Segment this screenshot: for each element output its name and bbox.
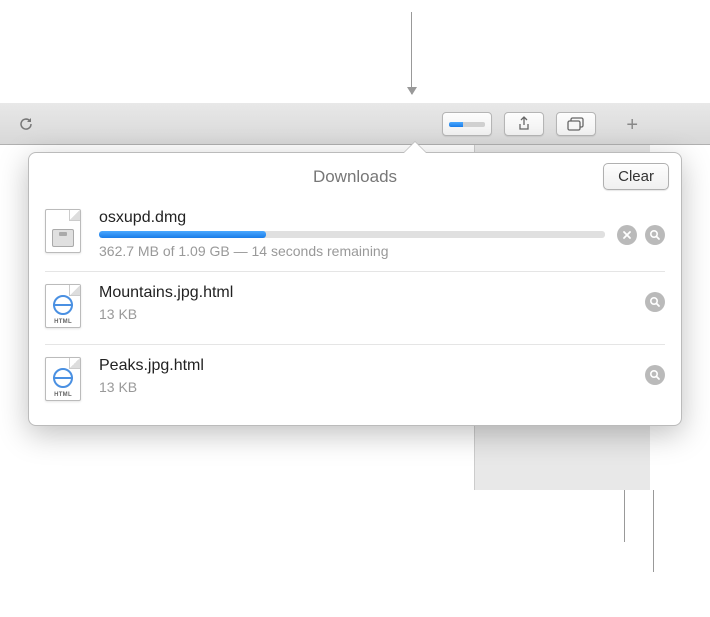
- downloads-list: osxupd.dmg 362.7 MB of 1.09 GB — 14 seco…: [29, 197, 681, 425]
- downloads-popover: Downloads Clear osxupd.dmg 362.7 MB of 1…: [28, 152, 682, 426]
- toolbar: [0, 103, 710, 145]
- download-progress-bar: [99, 231, 605, 238]
- dmg-file-icon: [45, 209, 81, 253]
- download-info: Mountains.jpg.html 13 KB: [99, 284, 633, 322]
- html-file-icon: HTML: [45, 284, 81, 328]
- magnify-icon: [649, 369, 661, 381]
- cancel-download-button[interactable]: [617, 225, 637, 245]
- download-item-in-progress: osxupd.dmg 362.7 MB of 1.09 GB — 14 seco…: [45, 197, 665, 271]
- reload-icon: [18, 116, 34, 132]
- clear-button[interactable]: Clear: [603, 163, 669, 190]
- download-info: osxupd.dmg 362.7 MB of 1.09 GB — 14 seco…: [99, 209, 605, 259]
- tabs-button[interactable]: [556, 112, 596, 136]
- share-icon: [517, 116, 531, 132]
- magnify-icon: [649, 229, 661, 241]
- download-item-completed: HTML Mountains.jpg.html 13 KB: [45, 271, 665, 344]
- new-tab-button[interactable]: +: [626, 114, 638, 137]
- download-progress-indicator: [449, 122, 485, 127]
- download-filename: Mountains.jpg.html: [99, 284, 633, 302]
- file-icon: HTML: [45, 357, 85, 405]
- file-icon: [45, 209, 85, 257]
- popover-header: Downloads Clear: [29, 153, 681, 197]
- file-icon: HTML: [45, 284, 85, 332]
- download-filename: Peaks.jpg.html: [99, 357, 633, 375]
- html-file-icon: HTML: [45, 357, 81, 401]
- reveal-in-finder-button[interactable]: [645, 225, 665, 245]
- popover-title: Downloads: [313, 167, 397, 186]
- download-status: 362.7 MB of 1.09 GB — 14 seconds remaini…: [99, 243, 605, 259]
- share-button[interactable]: [504, 112, 544, 136]
- download-item-completed: HTML Peaks.jpg.html 13 KB: [45, 344, 665, 417]
- download-size: 13 KB: [99, 379, 633, 395]
- download-filename: osxupd.dmg: [99, 209, 605, 227]
- download-progress-fill: [99, 231, 266, 238]
- downloads-toolbar-button[interactable]: [442, 112, 492, 136]
- download-size: 13 KB: [99, 306, 633, 322]
- reveal-in-finder-button[interactable]: [645, 365, 665, 385]
- callout-line-top: [411, 12, 412, 94]
- reload-button[interactable]: [8, 112, 44, 136]
- close-icon: [622, 230, 632, 240]
- reveal-in-finder-button[interactable]: [645, 292, 665, 312]
- tabs-icon: [567, 117, 585, 131]
- magnify-icon: [649, 296, 661, 308]
- download-info: Peaks.jpg.html 13 KB: [99, 357, 633, 395]
